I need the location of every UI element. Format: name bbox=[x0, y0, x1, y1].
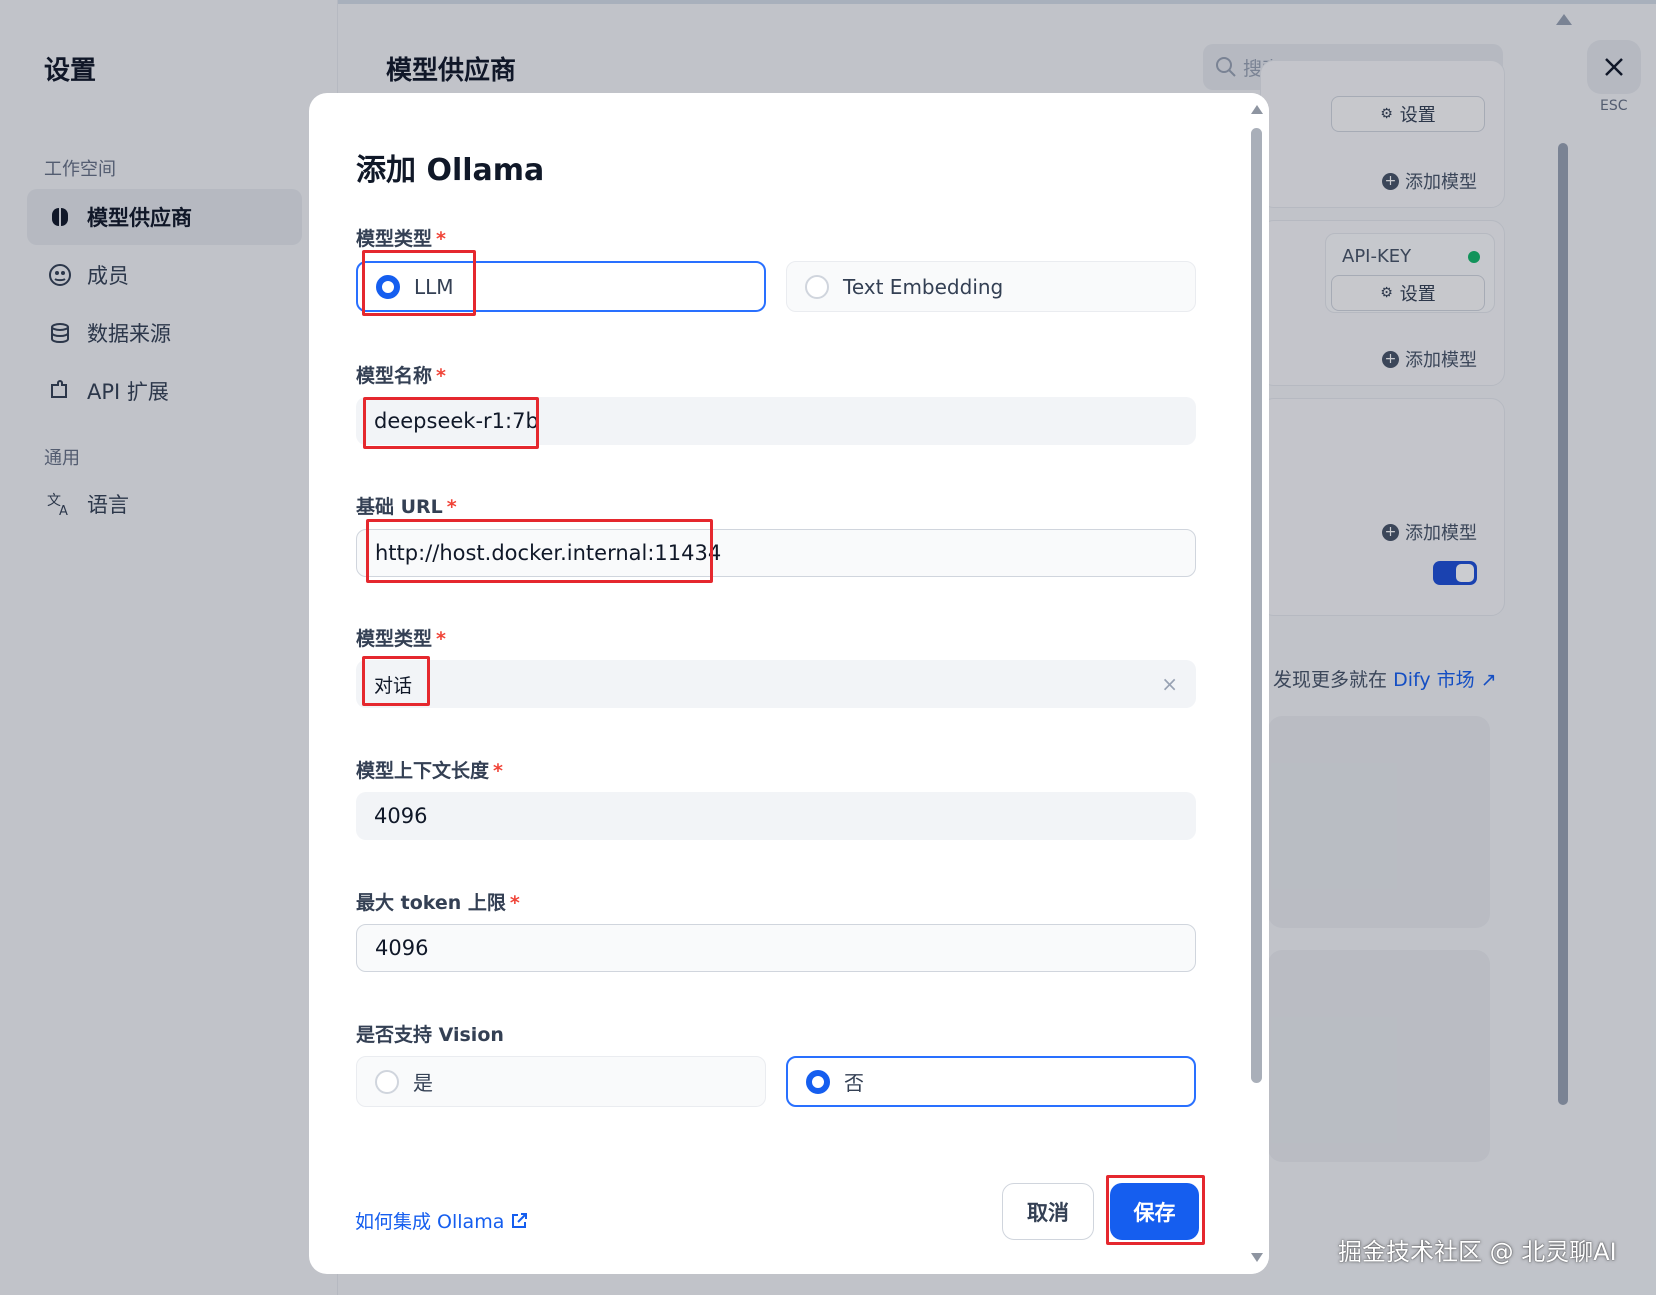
radio-vision-no[interactable]: 否 bbox=[786, 1056, 1196, 1107]
context-length-label: 模型上下文长度 * bbox=[356, 760, 503, 782]
context-length-input[interactable]: 4096 bbox=[356, 792, 1196, 840]
model-type-label: 模型类型 * bbox=[356, 228, 446, 250]
completion-type-label: 模型类型 * bbox=[356, 628, 446, 650]
annotation-box-base-url bbox=[366, 519, 713, 583]
scroll-up-arrow-icon[interactable] bbox=[1251, 105, 1263, 114]
watermark-text: 掘金技术社区 @ 北灵聊AI bbox=[1338, 1238, 1617, 1266]
clear-icon[interactable]: × bbox=[1161, 672, 1178, 696]
annotation-box-completion-type bbox=[362, 656, 430, 706]
base-url-label: 基础 URL * bbox=[356, 496, 457, 518]
max-tokens-label: 最大 token 上限 * bbox=[356, 892, 520, 914]
model-name-label: 模型名称 * bbox=[356, 365, 446, 387]
external-link-icon bbox=[512, 1212, 528, 1228]
annotation-box-save bbox=[1106, 1175, 1205, 1245]
help-link-ollama[interactable]: 如何集成 Ollama bbox=[355, 1207, 528, 1234]
radio-unchecked-icon bbox=[805, 274, 829, 299]
radio-vision-yes[interactable]: 是 bbox=[356, 1056, 766, 1107]
cancel-button[interactable]: 取消 bbox=[1002, 1183, 1094, 1240]
scroll-down-arrow-icon[interactable] bbox=[1251, 1253, 1263, 1262]
dialog-scrollbar[interactable] bbox=[1251, 128, 1262, 1083]
clipped-next-label: · · · · bbox=[356, 1143, 412, 1151]
radio-checked-icon bbox=[806, 1069, 830, 1094]
vision-label: 是否支持 Vision bbox=[356, 1024, 504, 1046]
radio-unchecked-icon bbox=[375, 1069, 399, 1094]
annotation-box-model-name bbox=[363, 397, 539, 449]
annotation-box-llm bbox=[362, 250, 476, 316]
radio-text-embedding[interactable]: Text Embedding bbox=[786, 261, 1196, 312]
max-tokens-input[interactable]: 4096 bbox=[356, 924, 1196, 972]
completion-type-select[interactable]: 对话 × bbox=[356, 660, 1196, 708]
dialog-title: 添加 Ollama bbox=[356, 153, 545, 188]
